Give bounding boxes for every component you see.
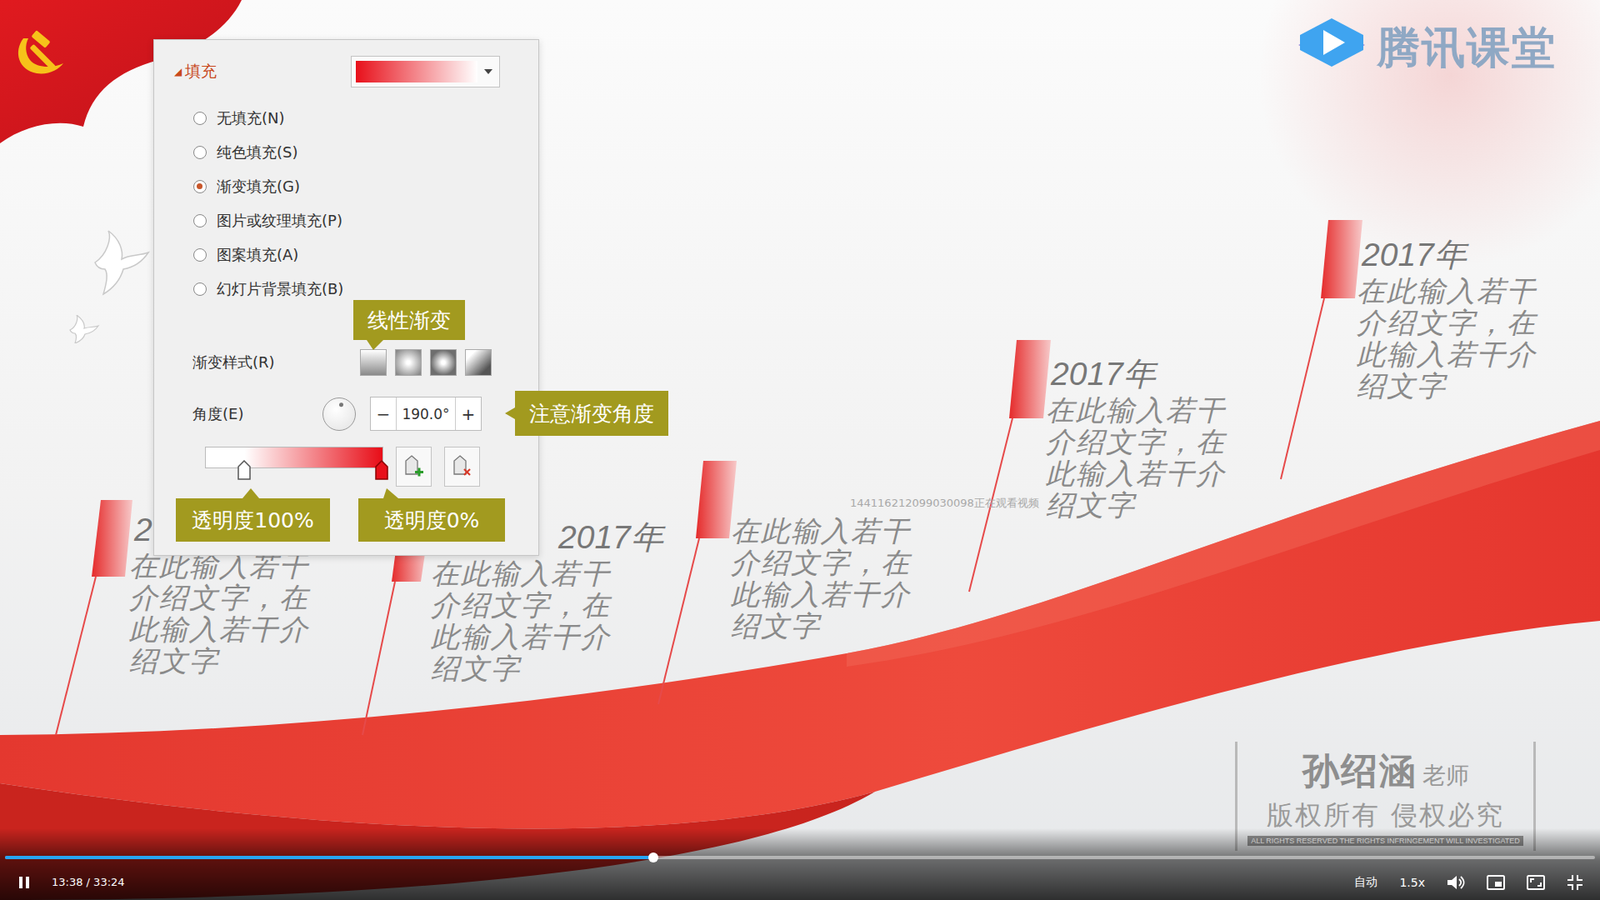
timeline-marker (969, 340, 1051, 592)
speed-button[interactable]: 1.5x (1399, 875, 1425, 890)
angle-label: 角度(E) (192, 404, 323, 425)
angle-input[interactable]: 190.0° (395, 397, 456, 430)
fill-option-label[interactable]: 幻灯片背景填充(B) (216, 279, 344, 300)
fill-panel: ◢ 填充无填充(N) 纯色填充(S) 渐变填充(G) 图片或纹理填充(P) 图案填充(A… (153, 39, 540, 556)
angle-increase-button[interactable]: + (455, 397, 481, 430)
add-stop-button[interactable] (395, 446, 432, 487)
fill-options: 无填充(N) 纯色填充(S) 渐变填充(G) 图片或纹理填充(P) 图案填充(A) 幻灯片… (154, 100, 539, 306)
teacher-title: 老师 (1422, 760, 1470, 792)
timeline-text: 在此输入若干介绍文字，在此输入若干介绍文字 (730, 515, 921, 642)
progress-handle[interactable] (648, 852, 659, 863)
timeline-text: 在此输入若干介绍文字，在此输入若干介绍文字 (430, 557, 621, 685)
pause-icon[interactable] (18, 875, 30, 890)
timeline-marker (362, 530, 429, 735)
volume-icon[interactable] (1446, 874, 1465, 891)
fill-option[interactable]: 无填充(N) (193, 100, 539, 135)
video-player: 腾讯课堂2在此输入若干介绍文字，在此输入若干介绍文字2017年在此输入若干介绍文… (0, 0, 1600, 900)
fill-section-title[interactable]: ◢ 填充 (174, 60, 217, 83)
control-right: 自动 1.5x (1354, 874, 1584, 891)
dial-indicator (320, 395, 358, 432)
quality-button[interactable]: 自动 (1354, 875, 1378, 890)
callout: 透明度0% (358, 498, 505, 542)
fill-option[interactable]: 渐变填充(G) (193, 169, 539, 204)
playback-time: 13:38 / 33:24 (51, 875, 125, 889)
expand-toggle[interactable]: ◢ (174, 65, 182, 78)
gradient-style-button[interactable] (360, 349, 387, 376)
hammer-sickle-icon (11, 26, 72, 80)
fill-option[interactable]: 图片或纹理填充(P) (193, 203, 539, 238)
timeline-marker (658, 460, 737, 705)
fill-option[interactable]: 图案填充(A) (193, 237, 539, 272)
gradient-style-label: 渐变样式(R) (192, 352, 360, 373)
brand-name: 腾讯课堂 (1376, 19, 1557, 78)
remove-stop-button[interactable] (444, 446, 480, 487)
gradient-stops-editor (205, 446, 384, 485)
dove-icon (66, 315, 100, 344)
gradient-swatch (355, 60, 478, 83)
callout: 注意渐变角度 (515, 390, 669, 436)
fill-option-label[interactable]: 无填充(N) (216, 108, 285, 129)
flag (0, 0, 242, 144)
timeline-year: 2017年 (558, 517, 664, 558)
angle-dial[interactable] (322, 397, 356, 431)
control-left: 13:38 / 33:24 (18, 875, 125, 890)
add-stop-icon (404, 454, 425, 480)
angle-row: 角度(E) −190.0°+ (154, 396, 539, 431)
fill-section-header[interactable]: ◢ 填充 (154, 40, 539, 88)
dove-icon (86, 229, 152, 296)
gradient-style-button[interactable] (465, 349, 492, 376)
radio-button[interactable] (193, 111, 207, 125)
web-fullscreen-icon[interactable] (1526, 875, 1545, 890)
callout: 线性渐变 (353, 300, 465, 340)
control-row: 13:38 / 33:24 自动 1.5x (5, 864, 1595, 900)
teacher-line: 孙绍涵老师 (1302, 746, 1470, 796)
timeline-item: 在此输入若干介绍文字，在此输入若干介绍文字 (730, 515, 921, 642)
radio-button[interactable] (193, 214, 207, 228)
teacher-name: 孙绍涵 (1302, 746, 1418, 796)
timeline-marker (55, 500, 133, 735)
progress-played (5, 855, 654, 860)
gradient-stop[interactable] (375, 460, 389, 480)
timeline-text: 在此输入若干介绍文字，在此输入若干介绍文字 (1045, 394, 1236, 521)
timeline-item: 2017年在此输入若干介绍文字，在此输入若干介绍文字 (1356, 235, 1547, 402)
radio-button[interactable] (193, 282, 207, 296)
timeline-text: 在此输入若干介绍文字，在此输入若干介绍文字 (129, 550, 320, 677)
brand-logo: 腾讯课堂 (1295, 16, 1557, 80)
fill-option-label[interactable]: 渐变填充(G) (216, 176, 300, 197)
exit-fullscreen-icon[interactable] (1566, 874, 1584, 891)
callout: 透明度100% (175, 498, 330, 542)
timeline-marker (1280, 220, 1363, 480)
dropdown-arrow-icon (484, 69, 493, 75)
fill-color-dropdown[interactable] (350, 55, 500, 88)
player-controls: 13:38 / 33:24 自动 1.5x (0, 828, 1600, 900)
picture-in-picture-icon[interactable] (1486, 875, 1505, 890)
play-logo-icon (1295, 16, 1369, 80)
gradient-stops-row (154, 446, 539, 487)
timeline-year: 2017年 (1050, 354, 1236, 395)
progress-bar[interactable] (5, 855, 1595, 860)
angle-stepper: −190.0°+ (370, 396, 482, 431)
gradient-style-row: 渐变样式(R) (154, 345, 539, 380)
viewer-watermark: 144116212099030098正在观看视频 (850, 496, 1040, 510)
gradient-styles (360, 349, 492, 376)
gradient-style-button[interactable] (430, 349, 457, 376)
radio-button[interactable] (193, 145, 207, 160)
gradient-bar[interactable] (205, 446, 384, 469)
radio-button[interactable] (193, 180, 207, 194)
angle-decrease-button[interactable]: − (370, 397, 396, 430)
gradient-style-button[interactable] (395, 349, 422, 376)
gradient-stop[interactable] (237, 460, 251, 480)
fill-option-label[interactable]: 图片或纹理填充(P) (216, 210, 343, 231)
timeline-text: 在此输入若干介绍文字，在此输入若干介绍文字 (1356, 275, 1547, 402)
remove-stop-icon (452, 454, 473, 480)
fill-option-label[interactable]: 纯色填充(S) (216, 142, 298, 163)
radio-button[interactable] (193, 248, 207, 262)
fill-option[interactable]: 纯色填充(S) (193, 135, 539, 170)
timeline-item: 2017年在此输入若干介绍文字，在此输入若干介绍文字 (1045, 354, 1236, 521)
timeline-year: 2017年 (1361, 235, 1547, 275)
fill-option-label[interactable]: 图案填充(A) (216, 245, 299, 265)
